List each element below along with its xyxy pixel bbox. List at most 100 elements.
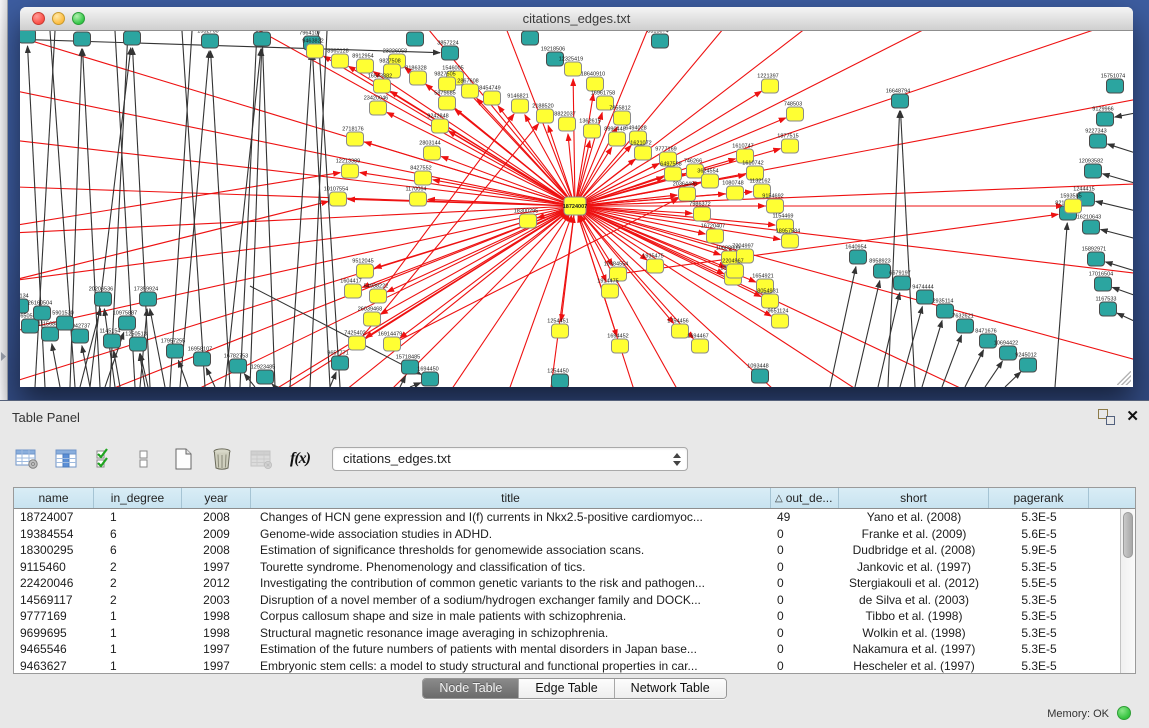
graph-node[interactable] (20, 31, 36, 43)
resize-handle[interactable] (1117, 371, 1131, 385)
graph-node[interactable] (679, 187, 696, 201)
graph-node[interactable] (652, 34, 669, 48)
graph-node[interactable] (559, 117, 576, 131)
graph-node[interactable] (357, 264, 374, 278)
citation-edge-black[interactable] (80, 309, 100, 387)
graph-node[interactable] (894, 276, 911, 290)
citation-edge-black[interactable] (310, 31, 327, 387)
close-panel-button[interactable]: ✕ (1126, 407, 1139, 425)
graph-node[interactable] (1090, 134, 1107, 148)
graph-node[interactable] (512, 99, 529, 113)
graph-node[interactable] (202, 34, 219, 48)
graph-node[interactable] (635, 146, 652, 160)
column-header-pagerank[interactable]: pagerank (989, 488, 1089, 508)
graph-node[interactable] (584, 124, 601, 138)
citation-edge-black[interactable] (1117, 313, 1133, 326)
graph-node[interactable] (415, 171, 432, 185)
graph-node[interactable] (850, 250, 867, 264)
graph-node[interactable] (917, 290, 934, 304)
citation-edge-black[interactable] (1115, 111, 1133, 117)
graph-node[interactable] (762, 294, 779, 308)
graph-node[interactable] (1085, 164, 1102, 178)
graph-node[interactable] (439, 96, 456, 110)
float-panel-button[interactable] (1098, 409, 1115, 425)
graph-node[interactable] (587, 77, 604, 91)
graph-node[interactable] (439, 77, 456, 91)
citation-edge-red[interactable] (540, 216, 574, 387)
scrollbar-thumb[interactable] (1123, 512, 1133, 558)
graph-node[interactable] (384, 337, 401, 351)
column-header-name[interactable]: name (14, 488, 94, 508)
graph-node[interactable] (119, 316, 136, 330)
graph-node[interactable] (767, 199, 784, 213)
graph-node[interactable] (1097, 112, 1114, 126)
graph-node[interactable] (104, 334, 121, 348)
graph-node[interactable] (614, 111, 631, 125)
graph-node[interactable] (74, 32, 91, 46)
graph-node[interactable] (772, 314, 789, 328)
new-column-button[interactable] (170, 447, 196, 471)
table-row[interactable]: 946554611997Estimation of the future num… (14, 641, 1120, 658)
graph-node[interactable] (1065, 199, 1082, 213)
citation-edge-black[interactable] (1055, 223, 1067, 387)
graph-node[interactable] (410, 71, 427, 85)
graph-node[interactable] (330, 192, 347, 206)
graph-node[interactable] (727, 186, 744, 200)
show-column-button[interactable] (53, 447, 79, 471)
citation-edge-black[interactable] (410, 383, 421, 387)
graph-node[interactable] (34, 306, 51, 320)
panel-divider[interactable] (0, 0, 8, 400)
citation-edge-red[interactable] (150, 206, 575, 387)
graph-node[interactable] (892, 94, 909, 108)
graph-node[interactable] (332, 54, 349, 68)
graph-node[interactable] (702, 174, 719, 188)
graph-node[interactable] (874, 264, 891, 278)
citation-edge-black[interactable] (1101, 230, 1133, 241)
graph-node[interactable] (609, 132, 626, 146)
graph-node[interactable] (647, 259, 664, 273)
graph-node[interactable] (364, 312, 381, 326)
citation-edge-black[interactable] (922, 321, 942, 387)
column-header-short[interactable]: short (839, 488, 989, 508)
graph-node[interactable] (407, 32, 424, 46)
citation-edge-red[interactable] (575, 181, 1133, 206)
citation-edge-red[interactable] (575, 206, 920, 387)
table-row[interactable]: 2242004622012Investigating the contribut… (14, 575, 1120, 592)
graph-node[interactable] (130, 337, 147, 351)
graph-node[interactable] (370, 289, 387, 303)
citation-edge-black[interactable] (313, 53, 330, 387)
citation-edge-black[interactable] (965, 350, 984, 387)
graph-node[interactable] (537, 109, 554, 123)
citation-edge-black[interactable] (1096, 201, 1133, 213)
graph-node[interactable] (22, 319, 39, 333)
delete-table-button-disabled[interactable] (248, 447, 274, 471)
citation-edge-black[interactable] (1108, 144, 1133, 156)
citation-edge-black[interactable] (888, 111, 900, 387)
graph-node[interactable] (522, 31, 539, 45)
graph-node[interactable] (694, 207, 711, 221)
citation-edge-black[interactable] (830, 267, 856, 387)
graph-node[interactable] (707, 229, 724, 243)
graph-node[interactable] (374, 79, 391, 93)
select-all-button[interactable] (92, 447, 118, 471)
graph-node[interactable] (410, 192, 427, 206)
graph-node[interactable] (140, 292, 157, 306)
graph-node[interactable] (1107, 79, 1124, 93)
graph-node[interactable] (552, 324, 569, 338)
graph-node[interactable] (42, 327, 59, 341)
table-row[interactable]: 969969511998Structural magnetic resonanc… (14, 625, 1120, 642)
graph-node[interactable] (347, 132, 364, 146)
graph-node[interactable] (672, 324, 689, 338)
citation-edge-black[interactable] (942, 335, 961, 387)
graph-node[interactable] (422, 372, 439, 386)
citation-edge-black[interactable] (1005, 372, 1021, 387)
table-row[interactable]: 977716911998Corpus callosum shape and si… (14, 608, 1120, 625)
graph-node[interactable] (565, 62, 582, 76)
graph-node[interactable] (602, 284, 619, 298)
citation-edge-black[interactable] (318, 31, 340, 387)
citation-edge-black[interactable] (182, 31, 205, 387)
graph-node[interactable] (72, 329, 89, 343)
graph-node[interactable] (307, 44, 324, 58)
graph-node[interactable] (254, 32, 271, 46)
citation-edge-black[interactable] (855, 281, 880, 387)
